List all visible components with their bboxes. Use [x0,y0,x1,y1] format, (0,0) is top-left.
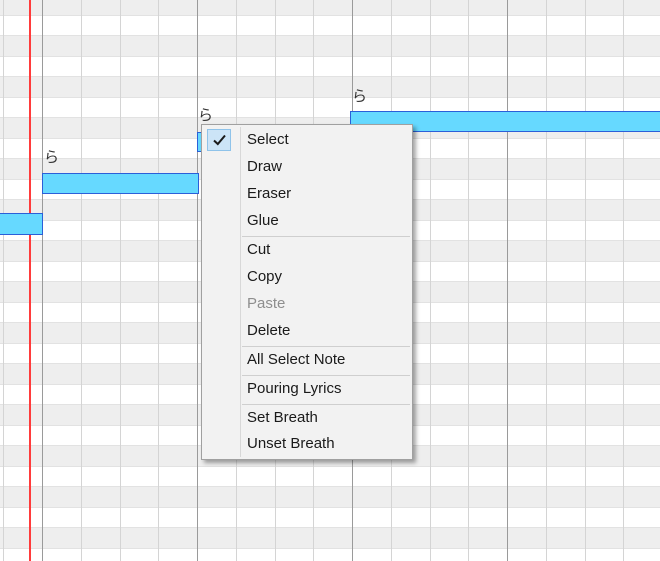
beat-line [546,0,547,561]
grid-row-line [0,14,660,16]
note-lyric: ら [352,87,368,105]
menu-item-label: Glue [247,212,279,229]
menu-item-pouring-lyrics[interactable]: Pouring Lyrics [204,376,410,402]
grid-row [0,0,660,15]
grid-row [0,527,660,548]
grid-row [0,14,660,35]
grid-row-line [0,35,660,36]
grid-row-line [0,55,660,57]
menu-item-select[interactable]: Select [204,127,410,153]
menu-item-all-select-note[interactable]: All Select Note [204,347,410,373]
grid-row [0,465,660,486]
grid-row-line [0,506,660,508]
beat-line [468,0,469,561]
menu-item-label: Pouring Lyrics [247,380,342,397]
grid-row-line [0,96,660,98]
context-menu: Select Draw Eraser Glue Cut Copy Paste D… [201,124,413,460]
menu-item-eraser[interactable]: Eraser [204,181,410,207]
menu-item-label: Paste [247,295,286,312]
menu-item-paste[interactable]: Paste [204,291,410,317]
menu-item-label: Select [247,131,289,148]
note-1[interactable] [0,213,43,235]
note-lyric: ら [44,148,60,166]
menu-item-copy[interactable]: Copy [204,264,410,290]
beat-line [3,0,4,561]
menu-item-delete[interactable]: Delete [204,318,410,344]
grid-row [0,76,660,97]
playhead-cursor[interactable] [29,0,31,561]
grid-row-line [0,465,660,467]
menu-item-label: All Select Note [247,351,346,368]
measure-line [197,0,198,561]
menu-item-label: Unset Breath [247,435,335,452]
menu-item-draw[interactable]: Draw [204,154,410,180]
grid-row-line [0,486,660,487]
menu-item-label: Eraser [247,185,292,202]
note-2[interactable] [42,173,199,194]
menu-item-unset-breath[interactable]: Unset Breath [204,431,410,457]
beat-line [623,0,624,561]
beat-line [81,0,82,561]
menu-item-label: Set Breath [247,409,318,426]
menu-item-label: Copy [247,268,283,285]
grid-row-line [0,76,660,77]
check-icon [207,129,231,151]
menu-item-label: Delete [247,322,291,339]
grid-row [0,55,660,76]
beat-line [120,0,121,561]
menu-item-label: Cut [247,241,271,258]
beat-line [158,0,159,561]
grid-row [0,35,660,56]
note-lyric: ら [198,106,214,124]
menu-item-cut[interactable]: Cut [204,237,410,263]
menu-item-set-breath[interactable]: Set Breath [204,405,410,431]
beat-line [585,0,586,561]
menu-item-glue[interactable]: Glue [204,208,410,234]
grid-row [0,506,660,527]
measure-line [507,0,508,561]
menu-item-label: Draw [247,158,283,175]
grid-row-line [0,527,660,528]
grid-row [0,486,660,507]
grid-row-line [0,547,660,549]
beat-line [430,0,431,561]
grid-row [0,547,660,561]
measure-line [42,0,43,561]
